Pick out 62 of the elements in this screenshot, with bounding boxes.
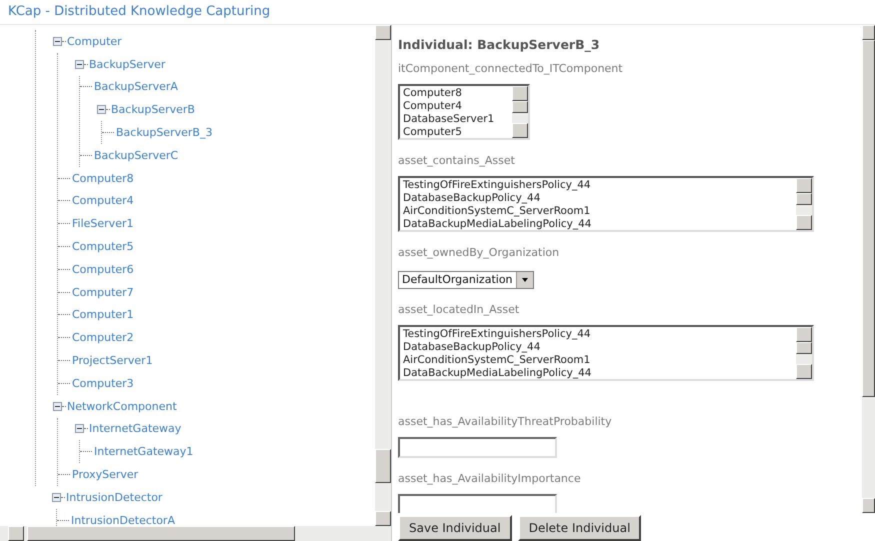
collapse-icon[interactable] bbox=[53, 36, 62, 46]
field-label: itComponent_connectedTo_ITComponent bbox=[398, 62, 624, 75]
form-button[interactable]: Save Individual bbox=[398, 515, 512, 541]
tree-item[interactable]: Computer bbox=[67, 34, 122, 48]
list-option[interactable]: DataBackupMediaLabelingPolicy_44 bbox=[403, 366, 793, 378]
tree-item[interactable]: Computer1 bbox=[72, 308, 134, 322]
list-scrollbar[interactable] bbox=[796, 326, 812, 378]
list-option[interactable]: Computer5 bbox=[403, 126, 509, 138]
field-label: asset_has_AvailabilityThreatProbability bbox=[398, 414, 613, 428]
tree-item[interactable]: BackupServerA bbox=[94, 80, 178, 94]
individual-heading: Individual: BackupServerB_3 bbox=[398, 37, 601, 52]
tree-item[interactable]: Computer4 bbox=[72, 194, 134, 208]
list-option[interactable]: AirConditionSystemC_ServerRoom1 bbox=[403, 205, 793, 218]
vertical-scrollbar[interactable] bbox=[862, 25, 875, 513]
tree-item[interactable]: IntrusionDetectorA bbox=[71, 514, 175, 526]
collapse-icon[interactable] bbox=[75, 424, 84, 434]
list-box[interactable]: TestingOfFireExtinguishersPolicy_44 DatabaseBackupPolicy_44 AirConditionSystemC_ServerRoom1 DataBackupMediaLabelingPolicy_44 bbox=[398, 176, 814, 232]
dropdown[interactable]: DefaultOrganization bbox=[398, 270, 534, 288]
tree-item[interactable]: NetworkComponent bbox=[67, 400, 177, 413]
tree-item[interactable]: Computer5 bbox=[72, 240, 134, 254]
tree-item[interactable]: FileServer1 bbox=[72, 217, 134, 230]
collapse-icon[interactable] bbox=[53, 402, 62, 411]
list-option[interactable]: DatabaseServer1 bbox=[403, 113, 509, 126]
list-option[interactable]: TestingOfFireExtinguishersPolicy_44 bbox=[403, 179, 793, 192]
tree-item[interactable]: Computer3 bbox=[72, 376, 134, 390]
tree-item[interactable]: Computer8 bbox=[72, 172, 134, 185]
text-field[interactable] bbox=[398, 494, 557, 513]
tree-item[interactable]: Computer2 bbox=[72, 331, 134, 344]
field-label: asset_has_AvailabilityImportance bbox=[398, 472, 582, 484]
tree-item[interactable]: BackupServerB bbox=[111, 103, 195, 116]
list-option[interactable]: AirConditionSystemC_ServerRoom1 bbox=[403, 354, 793, 366]
collapse-icon[interactable] bbox=[75, 60, 84, 69]
collapse-icon[interactable] bbox=[97, 105, 106, 114]
list-option[interactable]: Computer8 bbox=[403, 87, 509, 100]
list-box[interactable]: TestingOfFireExtinguishersPolicy_44 DatabaseBackupPolicy_44 AirConditionSystemC_ServerRoom1 DataBackupMediaLabelingPolicy_44 bbox=[398, 324, 814, 380]
tree-item[interactable]: BackupServerC bbox=[94, 148, 178, 162]
horizontal-scrollbar[interactable] bbox=[0, 526, 391, 541]
tree-item[interactable]: ProjectServer1 bbox=[72, 354, 153, 368]
list-option[interactable]: DataBackupMediaLabelingPolicy_44 bbox=[403, 218, 793, 230]
app-title: KCap - Distributed Knowledge Capturing bbox=[0, 0, 875, 25]
tree-item[interactable]: BackupServerB_3 bbox=[116, 126, 212, 140]
field-label: asset_locatedIn_Asset bbox=[398, 302, 520, 316]
tree-item[interactable]: InternetGateway1 bbox=[94, 445, 194, 458]
vertical-scrollbar[interactable] bbox=[375, 25, 391, 526]
tree-item[interactable]: BackupServer bbox=[89, 58, 166, 71]
field-label: asset_ownedBy_Organization bbox=[398, 246, 560, 259]
collapse-icon[interactable] bbox=[52, 492, 61, 502]
list-option[interactable]: TestingOfFireExtinguishersPolicy_44 bbox=[403, 328, 793, 340]
list-option[interactable]: DatabaseBackupPolicy_44 bbox=[403, 340, 793, 354]
tree-item[interactable]: InternetGateway bbox=[89, 422, 182, 436]
tree-item[interactable]: ProxyServer bbox=[72, 468, 138, 482]
list-option[interactable]: Computer4 bbox=[403, 100, 509, 113]
list-scrollbar[interactable] bbox=[796, 178, 812, 230]
list-scrollbar[interactable] bbox=[512, 86, 528, 138]
text-field[interactable] bbox=[398, 436, 557, 458]
list-box[interactable]: Computer8 Computer4 DatabaseServer1 Computer5 bbox=[398, 84, 530, 140]
tree-item[interactable]: Computer6 bbox=[72, 262, 134, 276]
list-option[interactable]: DatabaseBackupPolicy_44 bbox=[403, 192, 793, 205]
form-button[interactable]: Delete Individual bbox=[518, 515, 642, 541]
tree-item[interactable]: IntrusionDetector bbox=[66, 490, 162, 504]
tree-item[interactable]: Computer7 bbox=[72, 286, 134, 299]
field-label: asset_contains_Asset bbox=[398, 154, 516, 167]
